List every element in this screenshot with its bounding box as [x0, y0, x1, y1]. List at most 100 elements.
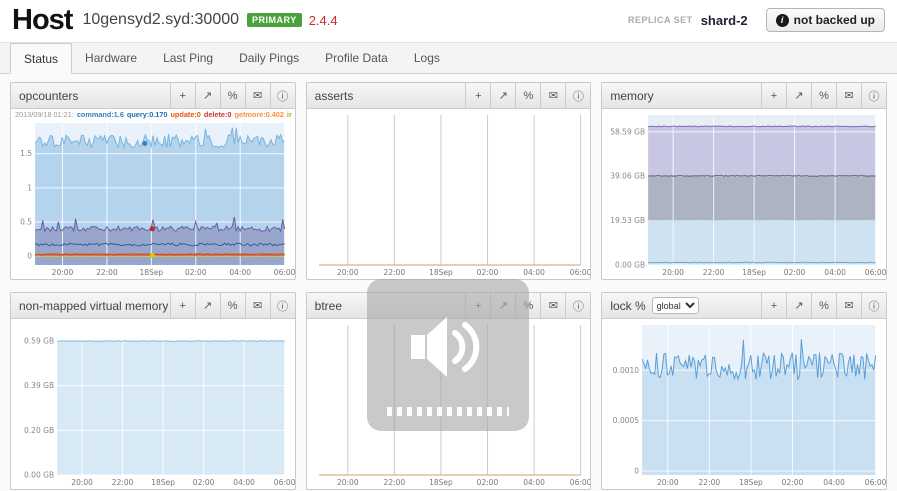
- svg-text:20:00: 20:00: [337, 478, 359, 487]
- panel-memory: memory + ↗% ✉ ⓘ 0.00 GB 19.53 GB 39.06 GB 58.5…: [601, 82, 887, 280]
- tab-daily-pings[interactable]: Daily Pings: [226, 43, 312, 73]
- opcounters-chart[interactable]: 0 0.5 1 1.5 20:00 22:00 18Sep 02:00 04:00 06:00: [11, 109, 295, 279]
- svg-text:19.53 GB: 19.53 GB: [611, 216, 646, 225]
- panel-header: non-mapped virtual memory + ↗% ✉ ⓘ: [11, 293, 295, 319]
- svg-text:04:00: 04:00: [523, 478, 545, 487]
- tab-logs[interactable]: Logs: [401, 43, 453, 73]
- email-icon[interactable]: ✉: [540, 83, 565, 108]
- svg-text:06:00: 06:00: [569, 268, 590, 277]
- muted-alerts-overlay: [367, 279, 530, 431]
- panel-header: asserts + ↗% ✉ ⓘ: [306, 83, 591, 109]
- backup-status-button[interactable]: i not backed up: [765, 8, 885, 32]
- version-number: 2.4.4: [308, 12, 338, 28]
- backup-status-label: not backed up: [793, 13, 875, 27]
- panel-toolbar: +↗%✉ⓘ: [169, 83, 295, 108]
- panel-header: lock % global + ↗% ✉ ⓘ: [602, 293, 886, 319]
- svg-text:20:00: 20:00: [52, 268, 74, 277]
- svg-text:06:00: 06:00: [865, 268, 886, 277]
- panel-body: 0.00 GB 19.53 GB 39.06 GB 58.59 GB 20:00 22:0…: [602, 109, 886, 279]
- svg-text:02:00: 02:00: [193, 478, 215, 487]
- svg-text:22:00: 22:00: [383, 268, 405, 277]
- panel-title: lock %: [610, 298, 646, 313]
- tab-profile-data[interactable]: Profile Data: [312, 43, 401, 73]
- svg-text:02:00: 02:00: [784, 268, 806, 277]
- expand-icon[interactable]: ↗: [194, 293, 220, 318]
- svg-text:04:00: 04:00: [233, 478, 255, 487]
- panel-header: opcounters + ↗% ✉ ⓘ: [11, 83, 295, 109]
- panel-lock: lock % global + ↗% ✉ ⓘ 0 0.0005 0.0010 20:00 22…: [601, 292, 887, 490]
- replica-set-value[interactable]: shard-2: [701, 13, 748, 28]
- page-title: Host: [12, 4, 73, 36]
- svg-text:04:00: 04:00: [825, 268, 847, 277]
- panel-body: 20:00 22:00 18Sep 02:00 04:00 06:00: [307, 109, 591, 279]
- email-icon[interactable]: ✉: [244, 83, 270, 108]
- info-icon[interactable]: ⓘ: [269, 83, 295, 108]
- info-icon: i: [775, 13, 789, 27]
- add-chart-icon[interactable]: +: [760, 83, 786, 108]
- panel-title: non-mapped virtual memory: [19, 298, 169, 313]
- add-chart-icon[interactable]: +: [169, 293, 195, 318]
- svg-text:22:00: 22:00: [96, 268, 118, 277]
- host-header: Host 10gensyd2.syd:30000 PRIMARY 2.4.4 R…: [0, 0, 897, 42]
- link-icon[interactable]: %: [219, 293, 245, 318]
- link-icon[interactable]: %: [810, 83, 836, 108]
- info-icon[interactable]: ⓘ: [565, 293, 590, 318]
- expand-icon[interactable]: ↗: [785, 83, 811, 108]
- dashboard-grid: opcounters + ↗% ✉ ⓘ 2013/09/18 01:21: comman…: [0, 74, 897, 491]
- panel-body: 2013/09/18 01:21: command:1.6 query:0.170 u…: [11, 109, 295, 279]
- email-icon[interactable]: ✉: [835, 293, 861, 318]
- add-chart-icon[interactable]: +: [169, 83, 195, 108]
- tab-hardware[interactable]: Hardware: [72, 43, 150, 73]
- speaker-icon: [411, 317, 480, 377]
- svg-text:1: 1: [27, 183, 32, 192]
- info-icon[interactable]: ⓘ: [860, 293, 886, 318]
- memory-chart[interactable]: 0.00 GB 19.53 GB 39.06 GB 58.59 GB 20:00 22:0…: [602, 109, 886, 279]
- svg-text:02:00: 02:00: [476, 268, 498, 277]
- svg-text:18Sep: 18Sep: [140, 268, 164, 277]
- hostname: 10gensyd2.syd:30000: [82, 11, 240, 28]
- svg-text:06:00: 06:00: [274, 478, 295, 487]
- info-icon[interactable]: ⓘ: [565, 83, 590, 108]
- svg-text:18Sep: 18Sep: [429, 268, 453, 277]
- expand-icon[interactable]: ↗: [490, 83, 515, 108]
- email-icon[interactable]: ✉: [540, 293, 565, 318]
- lock-scope-select[interactable]: global: [651, 297, 699, 314]
- svg-text:04:00: 04:00: [229, 268, 251, 277]
- add-chart-icon[interactable]: +: [760, 293, 786, 318]
- asserts-chart[interactable]: 20:00 22:00 18Sep 02:00 04:00 06:00: [307, 109, 591, 279]
- svg-text:0.59 GB: 0.59 GB: [24, 337, 54, 346]
- panel-opcounters: opcounters + ↗% ✉ ⓘ 2013/09/18 01:21: comman…: [10, 82, 296, 280]
- svg-text:04:00: 04:00: [523, 268, 545, 277]
- svg-text:0.0010: 0.0010: [613, 366, 640, 375]
- non-mapped-virtual-memory-chart[interactable]: 0.00 GB 0.20 GB 0.39 GB 0.59 GB 20:00 22:00 18…: [11, 319, 295, 489]
- tab-status[interactable]: Status: [10, 43, 73, 74]
- add-chart-icon[interactable]: +: [465, 83, 490, 108]
- svg-text:18Sep: 18Sep: [743, 268, 767, 277]
- link-icon[interactable]: %: [219, 83, 245, 108]
- info-icon[interactable]: ⓘ: [269, 293, 295, 318]
- panel-body: 0.00 GB 0.20 GB 0.39 GB 0.59 GB 20:00 22:00 18…: [11, 319, 295, 489]
- panel-toolbar: +↗%✉ⓘ: [465, 83, 590, 108]
- svg-text:18Sep: 18Sep: [739, 478, 763, 487]
- svg-text:20:00: 20:00: [657, 478, 679, 487]
- panel-title: memory: [610, 88, 654, 103]
- panel-non-mapped-virtual-memory: non-mapped virtual memory + ↗% ✉ ⓘ 0.00 GB 0…: [10, 292, 296, 490]
- email-icon[interactable]: ✉: [244, 293, 270, 318]
- lock-percent-chart[interactable]: 0 0.0005 0.0010 20:00 22:00 18Sep 02:00 04:00 06…: [602, 319, 886, 489]
- tab-last-ping[interactable]: Last Ping: [150, 43, 226, 73]
- panel-title: opcounters: [19, 88, 79, 103]
- link-icon[interactable]: %: [810, 293, 836, 318]
- panel-header: memory + ↗% ✉ ⓘ: [602, 83, 886, 109]
- svg-text:22:00: 22:00: [699, 478, 721, 487]
- expand-icon[interactable]: ↗: [194, 83, 220, 108]
- expand-icon[interactable]: ↗: [785, 293, 811, 318]
- link-icon[interactable]: %: [515, 83, 540, 108]
- svg-text:18Sep: 18Sep: [151, 478, 175, 487]
- panel-toolbar: +↗%✉ⓘ: [169, 293, 295, 318]
- mute-dashes-decoration: [387, 407, 510, 416]
- svg-text:20:00: 20:00: [71, 478, 93, 487]
- svg-text:22:00: 22:00: [383, 478, 405, 487]
- svg-text:06:00: 06:00: [274, 268, 295, 277]
- email-icon[interactable]: ✉: [835, 83, 861, 108]
- info-icon[interactable]: ⓘ: [860, 83, 886, 108]
